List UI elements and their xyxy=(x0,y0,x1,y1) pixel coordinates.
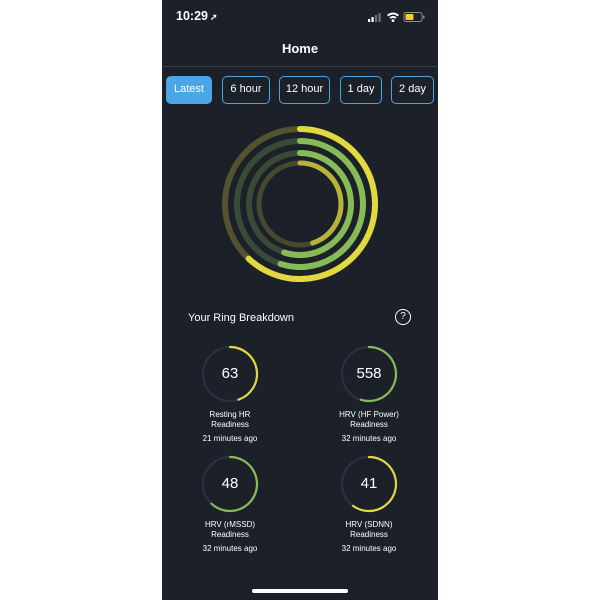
metric-timestamp: 32 minutes ago xyxy=(202,544,258,553)
location-arrow-icon: ➚ xyxy=(209,12,218,22)
wifi-icon xyxy=(387,12,399,22)
metric-value: 558 xyxy=(356,365,382,382)
metric-value: 48 xyxy=(221,475,239,492)
tab-6-hour[interactable]: 6 hour xyxy=(222,76,270,104)
metric-label: HRV (SDNN) Readiness xyxy=(345,520,393,539)
home-indicator[interactable] xyxy=(252,589,348,593)
signal-icon xyxy=(368,13,381,22)
tab-12-hour[interactable]: 12 hour xyxy=(279,76,330,104)
metric-label: HRV (HF Power) Readiness xyxy=(339,410,399,429)
status-bar: 10:29 ➚ xyxy=(162,0,438,34)
app-screen: 10:29 ➚ Home Latest 6 hour 12 hour 1 day… xyxy=(162,0,438,600)
metric-timestamp: 21 minutes ago xyxy=(202,434,258,443)
metric-value: 63 xyxy=(221,365,239,382)
metric-timestamp: 32 minutes ago xyxy=(341,434,397,443)
ring-arc xyxy=(297,160,344,246)
metric-value: 41 xyxy=(360,475,378,492)
ring-breakdown-title: Your Ring Breakdown xyxy=(188,312,294,324)
page-title: Home xyxy=(281,41,319,56)
battery-icon xyxy=(403,12,425,22)
tab-1-day[interactable]: 1 day xyxy=(340,76,382,104)
metric-resting-hr[interactable]: 63 Resting HR Readiness 21 minutes ago xyxy=(170,345,290,445)
readiness-rings xyxy=(222,126,378,282)
time-range-tabs: Latest 6 hour 12 hour 1 day 2 day xyxy=(162,76,438,106)
help-icon[interactable]: ? xyxy=(395,309,411,325)
tab-latest[interactable]: Latest xyxy=(166,76,212,104)
metric-hrv-sdnn[interactable]: 41 HRV (SDNN) Readiness 32 minutes ago xyxy=(309,455,429,555)
status-time: 10:29 ➚ xyxy=(176,9,218,23)
metric-label: HRV (rMSSD) Readiness xyxy=(204,520,256,539)
status-icons xyxy=(368,12,425,22)
tab-2-day[interactable]: 2 day xyxy=(391,76,434,104)
nav-bar: Home xyxy=(162,34,438,67)
metric-label: Resting HR Readiness xyxy=(209,410,251,429)
metric-timestamp: 32 minutes ago xyxy=(341,544,397,553)
metric-hrv-hf-power[interactable]: 558 HRV (HF Power) Readiness 32 minutes … xyxy=(309,345,429,445)
metric-hrv-rmssd[interactable]: 48 HRV (rMSSD) Readiness 32 minutes ago xyxy=(170,455,290,555)
